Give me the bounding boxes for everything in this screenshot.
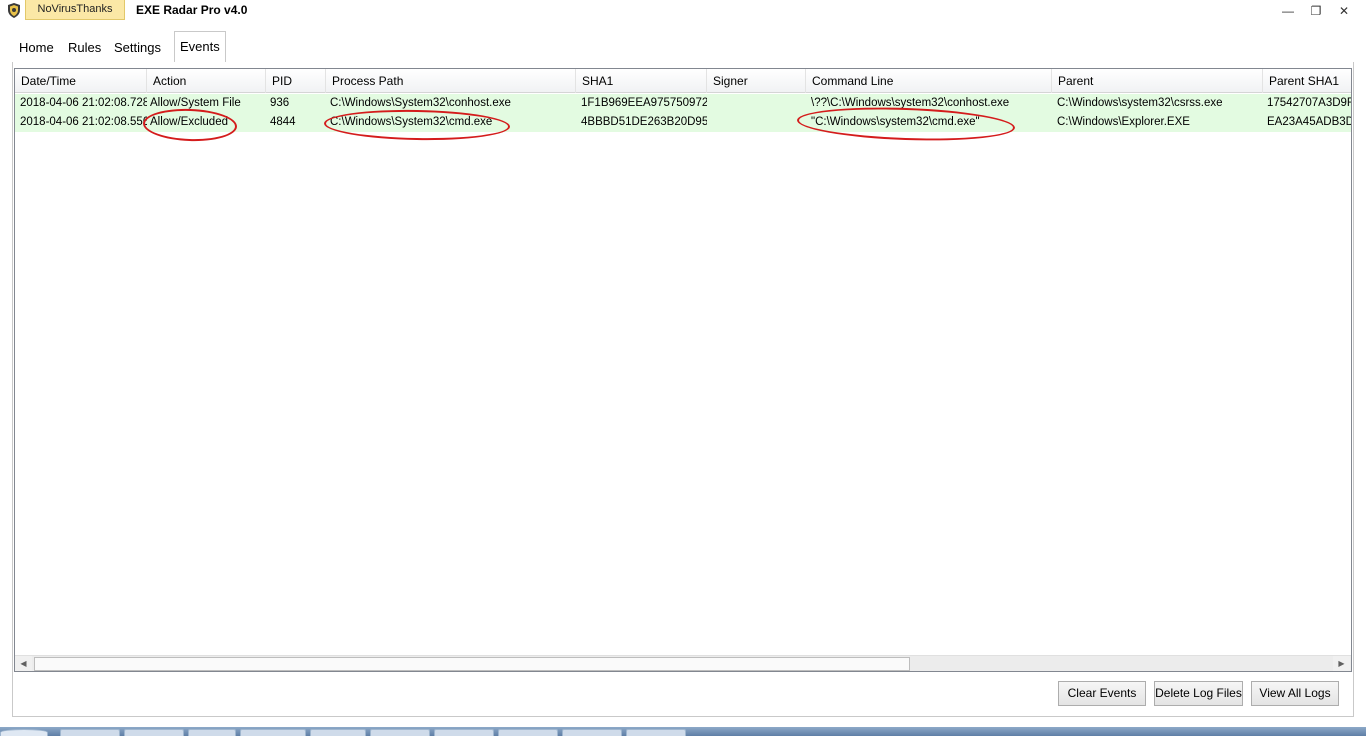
cell-sha1: 1F1B969EEA975750972... (581, 97, 707, 109)
cell-process-path: C:\Windows\System32\conhost.exe (330, 97, 511, 109)
taskbar-item[interactable] (60, 729, 120, 736)
cell-action: Allow/System File (150, 97, 241, 109)
taskbar-item[interactable] (370, 729, 430, 736)
cell-datetime: 2018-04-06 21:02:08.728 (20, 97, 147, 109)
view-all-logs-button[interactable]: View All Logs (1251, 681, 1339, 706)
list-header: Date/Time Action PID Process Path SHA1 S… (15, 69, 1351, 93)
scroll-right-arrow-icon[interactable]: ▶ (1333, 656, 1350, 671)
title-bar: NoVirusThanks EXE Radar Pro v4.0 — ❐ ✕ (0, 0, 1366, 23)
cell-signer (707, 94, 806, 113)
clear-events-button[interactable]: Clear Events (1058, 681, 1146, 706)
taskbar-item[interactable] (310, 729, 366, 736)
start-orb-icon[interactable] (0, 729, 48, 736)
column-header-datetime[interactable]: Date/Time (15, 69, 147, 93)
delete-log-files-button[interactable]: Delete Log Files (1154, 681, 1243, 706)
taskbar-item[interactable] (124, 729, 184, 736)
app-title: EXE Radar Pro v4.0 (136, 3, 248, 17)
cell-pid: 936 (270, 97, 290, 109)
cell-sha1: 4BBBD51DE263B20D955... (581, 116, 707, 128)
column-header-pid[interactable]: PID (266, 69, 326, 93)
minimize-button[interactable]: — (1278, 2, 1298, 20)
cell-command-line: "C:\Windows\system32\cmd.exe" (811, 116, 980, 128)
close-button[interactable]: ✕ (1334, 2, 1354, 20)
brand-tab[interactable]: NoVirusThanks (25, 0, 125, 20)
column-header-parent[interactable]: Parent (1052, 69, 1263, 93)
cell-command-line: \??\C:\Windows\system32\conhost.exe (811, 97, 1010, 109)
taskbar (0, 727, 1366, 736)
events-list[interactable]: Date/Time Action PID Process Path SHA1 S… (14, 68, 1352, 672)
taskbar-item[interactable] (562, 729, 622, 736)
column-header-sha1[interactable]: SHA1 (576, 69, 707, 93)
taskbar-item[interactable] (240, 729, 306, 736)
horizontal-scrollbar[interactable]: ◀ ▶ (15, 655, 1351, 671)
tab-settings[interactable]: Settings (114, 32, 161, 62)
scroll-left-arrow-icon[interactable]: ◀ (15, 656, 32, 671)
taskbar-item[interactable] (188, 729, 236, 736)
cell-action: Allow/Excluded (150, 116, 228, 128)
column-header-signer[interactable]: Signer (707, 69, 806, 93)
cell-datetime: 2018-04-06 21:02:08.556 (20, 116, 147, 128)
cell-parent-sha1: EA23A45ADB3D8 (1267, 116, 1352, 128)
column-header-parent-sha1[interactable]: Parent SHA1 (1263, 69, 1351, 93)
cell-parent: C:\Windows\system32\csrss.exe (1057, 97, 1223, 109)
taskbar-item[interactable] (498, 729, 558, 736)
cell-parent: C:\Windows\Explorer.EXE (1057, 116, 1190, 128)
table-row[interactable]: 2018-04-06 21:02:08.556 Allow/Excluded 4… (15, 113, 1352, 132)
cell-parent-sha1: 17542707A3D9FA (1267, 97, 1352, 109)
cell-signer (707, 113, 806, 132)
scrollbar-thumb[interactable] (34, 657, 910, 671)
shield-icon (8, 3, 20, 18)
taskbar-item[interactable] (434, 729, 494, 736)
tab-home[interactable]: Home (19, 32, 54, 62)
column-header-action[interactable]: Action (147, 69, 266, 93)
table-row[interactable]: 2018-04-06 21:02:08.728 Allow/System Fil… (15, 94, 1352, 113)
tab-events[interactable]: Events (174, 31, 226, 63)
cell-pid: 4844 (270, 116, 296, 128)
restore-button[interactable]: ❐ (1306, 2, 1326, 20)
taskbar-item[interactable] (626, 729, 686, 736)
tab-rules[interactable]: Rules (68, 32, 101, 62)
cell-process-path: C:\Windows\System32\cmd.exe (330, 116, 493, 128)
column-header-command-line[interactable]: Command Line (806, 69, 1052, 93)
column-header-process-path[interactable]: Process Path (326, 69, 576, 93)
